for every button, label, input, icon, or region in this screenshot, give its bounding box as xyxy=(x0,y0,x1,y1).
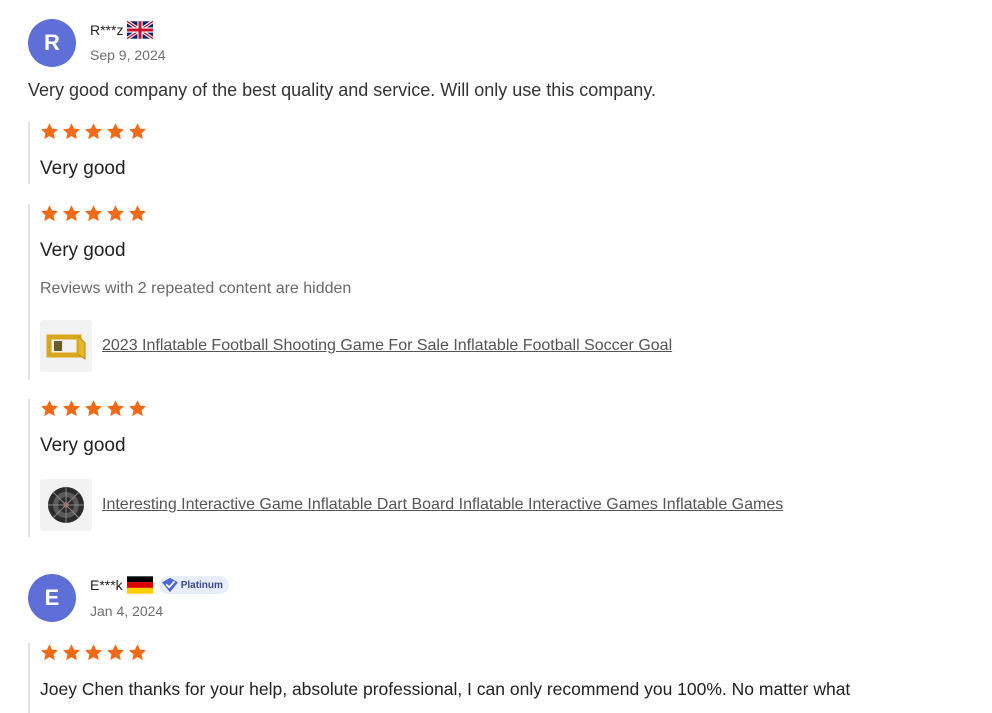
star-rating xyxy=(40,204,672,224)
review-text: Very good xyxy=(40,240,126,261)
avatar-letter: E xyxy=(44,585,60,610)
verified-check-icon xyxy=(161,577,179,593)
avatar-letter: R xyxy=(44,30,60,55)
star-icon xyxy=(128,399,147,419)
star-icon xyxy=(84,643,103,663)
star-icon xyxy=(128,122,147,142)
reviewer-info: E***k Platinum xyxy=(90,576,229,594)
avatar: R xyxy=(28,19,76,67)
platinum-badge: Platinum xyxy=(158,576,229,594)
star-icon xyxy=(84,399,103,419)
review-date: Sep 9, 2024 xyxy=(90,47,166,63)
star-icon xyxy=(84,122,103,142)
star-icon xyxy=(62,643,81,663)
product-link[interactable]: 2023 Inflatable Football Shooting Game F… xyxy=(102,337,672,355)
review-text: Joey Chen thanks for your help, absolute… xyxy=(40,679,851,699)
review-block: Very good Reviews with 2 repeated conten… xyxy=(28,204,672,380)
review-text: Very good xyxy=(40,158,126,179)
star-icon xyxy=(106,204,125,224)
star-icon xyxy=(62,204,81,224)
hidden-reviews-note: Reviews with 2 repeated content are hidd… xyxy=(40,280,352,297)
star-icon xyxy=(40,399,59,419)
review-date: Jan 4, 2024 xyxy=(90,603,164,619)
avatar: E xyxy=(28,574,76,622)
uk-flag-icon xyxy=(127,21,154,39)
review-block: Joey Chen thanks for your help, absolute… xyxy=(28,643,850,713)
review-summary: Very good company of the best quality an… xyxy=(28,80,656,100)
review-block: Very good Interesting Interactive Game I… xyxy=(28,399,783,537)
star-icon xyxy=(40,204,59,224)
dart-board-icon[interactable] xyxy=(40,479,92,531)
inflatable-goal-icon[interactable] xyxy=(40,320,92,372)
badge-label: Platinum xyxy=(180,579,223,591)
star-icon xyxy=(106,122,125,142)
star-icon xyxy=(128,643,147,663)
reviewer-name: R***z xyxy=(90,22,124,38)
star-icon xyxy=(84,204,103,224)
star-icon xyxy=(62,399,81,419)
review-text: Very good xyxy=(40,435,126,456)
reviewer-info: R***z xyxy=(90,21,154,39)
star-icon xyxy=(128,204,147,224)
germany-flag-icon xyxy=(126,576,153,594)
star-rating xyxy=(40,643,850,663)
product-link[interactable]: Interesting Interactive Game Inflatable … xyxy=(102,496,783,514)
star-rating xyxy=(40,399,783,419)
reviewer-name: E***k xyxy=(90,577,123,593)
star-icon xyxy=(106,643,125,663)
star-icon xyxy=(40,122,59,142)
product-item: Interesting Interactive Game Inflatable … xyxy=(40,479,783,531)
star-rating xyxy=(40,122,147,142)
star-icon xyxy=(106,399,125,419)
star-icon xyxy=(40,643,59,663)
star-icon xyxy=(62,122,81,142)
review-block: Very good xyxy=(28,122,147,184)
product-item: 2023 Inflatable Football Shooting Game F… xyxy=(40,320,672,372)
